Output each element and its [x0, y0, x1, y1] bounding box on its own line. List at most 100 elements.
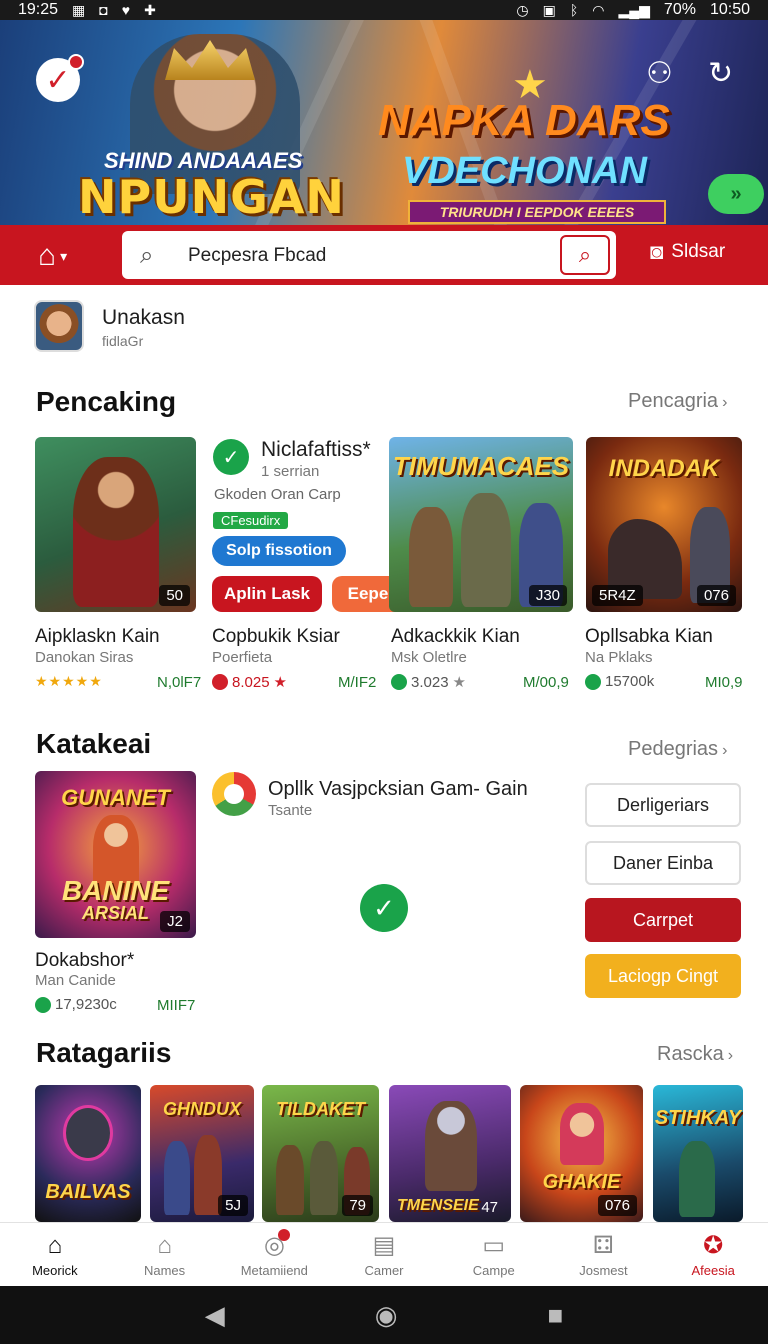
search-input[interactable]: ⌕ Pecpesra Fbcad ⌕ [122, 231, 616, 279]
refresh-icon[interactable]: ↻ [708, 56, 733, 91]
nav-label: Meorick [32, 1262, 78, 1278]
app-icon[interactable] [212, 772, 256, 816]
game-developer: Man Canide [35, 972, 116, 989]
game-title[interactable]: Adkackkik Kian [391, 626, 520, 648]
chevron-right-icon: › [722, 742, 728, 759]
game-rating: ★★★★★ [35, 673, 103, 690]
tile-title: TILDAKET [276, 1099, 365, 1119]
game-title[interactable]: Dokabshor* [35, 950, 134, 972]
nav-item-afeesia[interactable]: ✪ Afeesia [658, 1223, 768, 1286]
banner-ribbon: TRIURUDH I EEPDOK EEEES [408, 200, 666, 224]
status-time-left: 19:25 [18, 1, 59, 18]
avatar[interactable] [34, 300, 84, 352]
search-submit-button[interactable]: ⌕ [560, 235, 610, 275]
nav-item-home[interactable]: ⌂ Meorick [0, 1223, 110, 1286]
game-title[interactable]: Opllsabka Kian [585, 626, 713, 648]
game-price: MIIF7 [157, 997, 196, 1014]
app-logo[interactable]: ✓ [36, 54, 84, 102]
recents-icon[interactable]: ■ [547, 1300, 563, 1331]
system-navigation-bar: ◀ ◉ ■ [0, 1286, 768, 1344]
tile-badge: 5J [218, 1195, 248, 1216]
nav-label: Josmest [579, 1262, 628, 1278]
game-art-title: TIMUMACAES [392, 451, 570, 481]
people-icon[interactable]: ⚇ [646, 56, 673, 91]
solution-button[interactable]: Solp fissotion [212, 536, 346, 566]
feature-subtitle: 1 serrian [261, 463, 320, 480]
store-label: Sldsar [671, 241, 726, 262]
section-more-link[interactable]: Pencagria › [628, 390, 727, 413]
more-link-label: Pedegrias [628, 738, 719, 760]
rating-stars: ★★★★★ [35, 673, 103, 689]
game-tile[interactable]: TMENSEIE 47 [389, 1085, 511, 1222]
game-rating: 8.025 ★ [212, 673, 287, 691]
search-icon: ⌕ [140, 242, 154, 269]
section-more-link[interactable]: Rascka › [657, 1043, 733, 1066]
game-developer: Poerfieta [212, 649, 273, 666]
game-price: N,0lF7 [157, 674, 202, 691]
installed-check-icon: ✓ [360, 884, 408, 932]
game-title[interactable]: Aipklaskn Kain [35, 626, 160, 648]
game-art-title: GUNANET [61, 785, 170, 810]
game-developer: Danokan Siras [35, 649, 134, 666]
game-rating: 17,9230c [35, 996, 117, 1013]
game-tile[interactable]: GHAKIE 076 [520, 1085, 643, 1222]
apply-button[interactable]: Aplin Lask [212, 576, 322, 612]
rating-badge-icon [35, 996, 51, 1013]
nav-item-camer[interactable]: ▤ Camer [329, 1223, 439, 1286]
store-button[interactable]: ◙ Sldsar [650, 239, 725, 265]
action-button-1[interactable]: Derligeriars [585, 783, 741, 827]
hero-banner[interactable]: ★ SHIND ANDAAAES NPUNGAN NAPKA DARS VDEC… [0, 20, 768, 225]
verified-check-icon: ✓ [213, 439, 249, 475]
alarm-icon: ◷ [516, 1, 529, 18]
notification-icon: ▦ [72, 1, 86, 18]
feature-title[interactable]: Niclafaftiss* [261, 438, 371, 462]
signal-icon: ▂▄▆ [618, 1, 650, 18]
feature-description: Gkoden Oran Carp [214, 486, 341, 503]
bottom-navigation: ⌂ Meorick ⌂ Names ◎ Metamiiend ▤ Camer ▭… [0, 1222, 768, 1286]
profile-subtitle: fidlaGr [102, 333, 144, 349]
character-art [425, 1101, 477, 1191]
profile-name[interactable]: Unakasn [102, 306, 185, 330]
section-title: Pencaking [36, 386, 177, 417]
nav-label: Afeesia [691, 1262, 735, 1278]
home-menu-button[interactable]: ⌂ ▾ [38, 239, 67, 273]
grid-icon: ▤ [372, 1232, 396, 1259]
game-price: MI0,9 [705, 674, 743, 691]
nav-item-metamiiend[interactable]: ◎ Metamiiend [219, 1223, 329, 1286]
chat-icon[interactable]: » [708, 174, 764, 214]
game-price: M/IF2 [338, 674, 377, 691]
app-title[interactable]: Opllk Vasjpcksian Gam- Gain [268, 778, 528, 801]
nav-item-campe[interactable]: ▭ Campe [439, 1223, 549, 1286]
rating-badge-icon [391, 674, 407, 690]
logo-notification-dot [68, 54, 84, 70]
battery-level: 70% [663, 1, 696, 18]
nav-item-josmest[interactable]: ⚃ Josmest [549, 1223, 659, 1286]
game-card-image[interactable]: GUNANET BANINE ARSIAL J2 [35, 771, 196, 938]
game-tile[interactable]: BAILVAS [35, 1085, 141, 1222]
action-button-4[interactable]: Laciogp Cingt [585, 954, 741, 998]
game-tile[interactable]: STIHKAY [653, 1085, 743, 1222]
nav-label: Metamiiend [240, 1262, 308, 1278]
status-bar: 19:25 ▦ ◘ ♥ ✚ ◷ ▣ ᛒ ◠ ▂▄▆ 70% 10:50 [0, 0, 768, 20]
game-title[interactable]: Copbukik Ksiar [212, 626, 340, 648]
game-card-image[interactable]: TIMUMACAES J30 [389, 437, 573, 612]
section-more-link[interactable]: Pedegrias › [628, 738, 727, 761]
game-tile[interactable]: TILDAKET 79 [262, 1085, 379, 1222]
nav-item-names[interactable]: ⌂ Names [110, 1223, 220, 1286]
action-button-3[interactable]: Carrpet [585, 898, 741, 942]
action-button-2[interactable]: Daner Einba [585, 841, 741, 885]
game-tile[interactable]: GHNDUX 5J [150, 1085, 254, 1222]
section-title: Katakeai [36, 728, 152, 759]
app-notification-icon: ◘ [99, 2, 108, 18]
tile-title: GHAKIE [542, 1171, 621, 1193]
game-developer: Na Pklaks [585, 649, 653, 666]
game-rating: 3.023 ★ [391, 673, 466, 691]
home-circle-icon[interactable]: ◉ [375, 1300, 398, 1331]
game-card-image[interactable]: 50 [35, 437, 196, 612]
banner-right-title-2: VDECHONAN [402, 150, 647, 192]
game-card-image[interactable]: INDADAK 5R4Z 076 [586, 437, 742, 612]
app-root: 19:25 ▦ ◘ ♥ ✚ ◷ ▣ ᛒ ◠ ▂▄▆ 70% 10:50 ★ SH… [0, 0, 768, 1344]
character-art [461, 493, 511, 607]
card-badge-left: 5R4Z [592, 585, 643, 606]
back-icon[interactable]: ◀ [205, 1300, 225, 1331]
